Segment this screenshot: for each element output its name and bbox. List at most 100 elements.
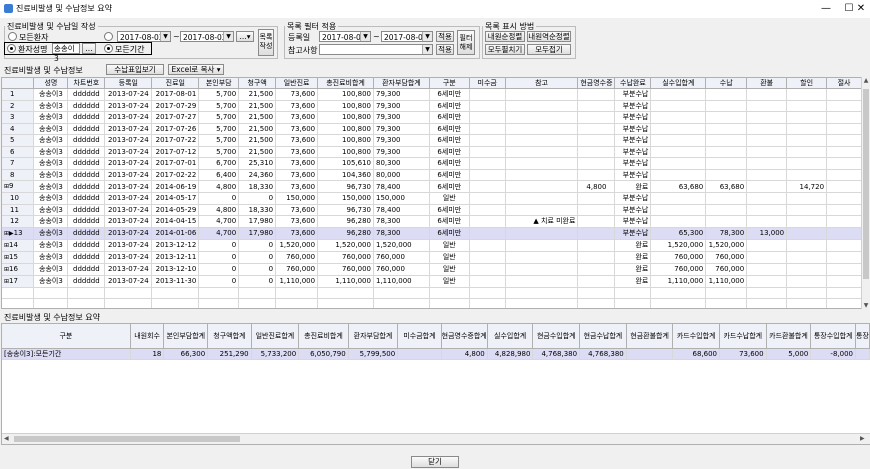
table-row[interactable]: ⊞15 송송이3 dddddd 2013-07-24 2013-12-11 0 0 760,0…: [2, 251, 862, 264]
column-header[interactable]: 할인: [786, 78, 828, 89]
column-header[interactable]: 실수입합계: [650, 78, 707, 89]
table-cell[interactable]: [826, 251, 862, 264]
table-cell[interactable]: [505, 100, 579, 112]
table-cell[interactable]: 1,110,000: [275, 275, 319, 288]
row-number[interactable]: 1: [2, 88, 35, 101]
table-cell[interactable]: [746, 251, 788, 264]
view-receipt-button[interactable]: 수납표입보기: [106, 64, 164, 75]
table-cell[interactable]: 2017-07-22: [151, 134, 200, 147]
table-cell[interactable]: [826, 275, 862, 288]
table-cell[interactable]: 100,800: [317, 111, 374, 124]
table-cell[interactable]: 2013-07-24: [104, 263, 153, 276]
summary-cell[interactable]: 68,600: [672, 348, 720, 360]
table-cell[interactable]: [505, 263, 579, 276]
table-cell[interactable]: [469, 100, 506, 112]
table-cell[interactable]: 0: [238, 251, 277, 264]
table-cell[interactable]: 65,300: [650, 227, 707, 240]
summary-cell[interactable]: [송송이3]:모든기간: [2, 348, 131, 360]
row-number[interactable]: 7: [2, 157, 35, 170]
table-cell[interactable]: [826, 180, 862, 193]
table-cell[interactable]: 4,800: [198, 180, 240, 193]
table-cell[interactable]: [746, 123, 788, 135]
table-cell[interactable]: [577, 227, 616, 240]
table-cell[interactable]: 2017-07-26: [151, 123, 200, 135]
table-cell[interactable]: 78,300: [705, 227, 748, 240]
table-cell[interactable]: 2013-07-24: [104, 239, 153, 252]
table-cell[interactable]: 79,300: [373, 88, 430, 101]
table-cell[interactable]: [786, 204, 828, 216]
table-cell[interactable]: 완료: [614, 251, 652, 264]
table-cell[interactable]: [650, 204, 707, 216]
table-cell[interactable]: 24,360: [238, 169, 277, 181]
row-number[interactable]: 6: [2, 146, 35, 158]
summary-column-header[interactable]: 본인부담합계: [163, 324, 209, 349]
table-cell[interactable]: 73,600: [275, 169, 319, 181]
table-cell[interactable]: 96,730: [317, 180, 374, 193]
close-window-button[interactable]: ✕: [852, 2, 870, 16]
summary-cell[interactable]: 73,600: [719, 348, 767, 360]
table-cell[interactable]: [469, 204, 506, 216]
table-cell[interactable]: dddddd: [67, 157, 106, 170]
row-number[interactable]: ⊞▶13: [2, 227, 35, 240]
table-cell[interactable]: 73,600: [275, 204, 319, 216]
table-cell[interactable]: dddddd: [67, 180, 106, 193]
table-cell[interactable]: 부분수납: [614, 100, 652, 112]
table-cell[interactable]: [826, 169, 862, 181]
table-cell[interactable]: 송송이3: [33, 146, 69, 158]
table-cell[interactable]: 송송이3: [33, 263, 69, 276]
table-cell[interactable]: 송송이3: [33, 100, 69, 112]
table-cell[interactable]: [650, 123, 707, 135]
table-row[interactable]: 3 송송이3 dddddd 2013-07-24 2017-07-27 5,700 21,5…: [2, 111, 862, 124]
table-cell[interactable]: [746, 88, 788, 101]
table-cell[interactable]: 18,330: [238, 180, 277, 193]
summary-column-header[interactable]: 카드수입합계: [672, 324, 720, 349]
close-button[interactable]: 닫기: [411, 456, 459, 468]
table-cell[interactable]: 760,000: [275, 251, 319, 264]
summary-column-header[interactable]: 현금수입합계: [532, 324, 581, 349]
column-header[interactable]: 일반진료: [275, 78, 319, 89]
table-cell[interactable]: [469, 88, 506, 101]
table-cell[interactable]: 73,600: [275, 157, 319, 170]
table-cell[interactable]: [650, 88, 707, 101]
table-cell[interactable]: 96,280: [317, 215, 374, 228]
table-cell[interactable]: 2014-06-19: [151, 180, 200, 193]
table-cell[interactable]: 63,680: [650, 180, 707, 193]
table-cell[interactable]: 2014-01-06: [151, 227, 200, 240]
table-cell[interactable]: 5,700: [198, 100, 240, 112]
table-cell[interactable]: 부분수납: [614, 215, 652, 228]
column-header[interactable]: 수납: [705, 78, 748, 89]
table-cell[interactable]: 1,110,000: [373, 275, 430, 288]
table-cell[interactable]: 6세미만: [429, 227, 470, 240]
table-cell[interactable]: [469, 157, 506, 170]
table-cell[interactable]: [469, 169, 506, 181]
table-cell[interactable]: [469, 263, 506, 276]
table-cell[interactable]: 73,600: [275, 180, 319, 193]
table-cell[interactable]: [746, 263, 788, 276]
table-cell[interactable]: 5,700: [198, 134, 240, 147]
table-cell[interactable]: [505, 146, 579, 158]
table-cell[interactable]: [577, 100, 616, 112]
table-cell[interactable]: 760,000: [705, 263, 748, 276]
table-cell[interactable]: 18,330: [238, 204, 277, 216]
table-cell[interactable]: [469, 275, 506, 288]
table-cell[interactable]: 5,700: [198, 88, 240, 101]
table-cell[interactable]: [786, 263, 828, 276]
column-header[interactable]: 미수금: [469, 78, 506, 89]
table-cell[interactable]: 송송이3: [33, 204, 69, 216]
table-row[interactable]: 8 송송이3 dddddd 2013-07-24 2017-02-22 6,400 24,3…: [2, 169, 862, 181]
scroll-thumb[interactable]: [863, 89, 869, 279]
table-cell[interactable]: [577, 169, 616, 181]
summary-cell[interactable]: 4,768,380: [579, 348, 627, 360]
summary-column-header[interactable]: 현금영수증합계: [441, 324, 488, 349]
table-cell[interactable]: [705, 88, 748, 101]
table-cell[interactable]: 6세미만: [429, 123, 470, 135]
table-cell[interactable]: 일반: [429, 275, 470, 288]
table-cell[interactable]: [786, 215, 828, 228]
table-cell[interactable]: 2013-07-24: [104, 180, 153, 193]
table-cell[interactable]: 63,680: [705, 180, 748, 193]
table-cell[interactable]: [505, 111, 579, 124]
table-cell[interactable]: 부분수납: [614, 88, 652, 101]
table-cell[interactable]: 17,980: [238, 215, 277, 228]
row-number[interactable]: 10: [2, 192, 35, 205]
table-cell[interactable]: dddddd: [67, 146, 106, 158]
